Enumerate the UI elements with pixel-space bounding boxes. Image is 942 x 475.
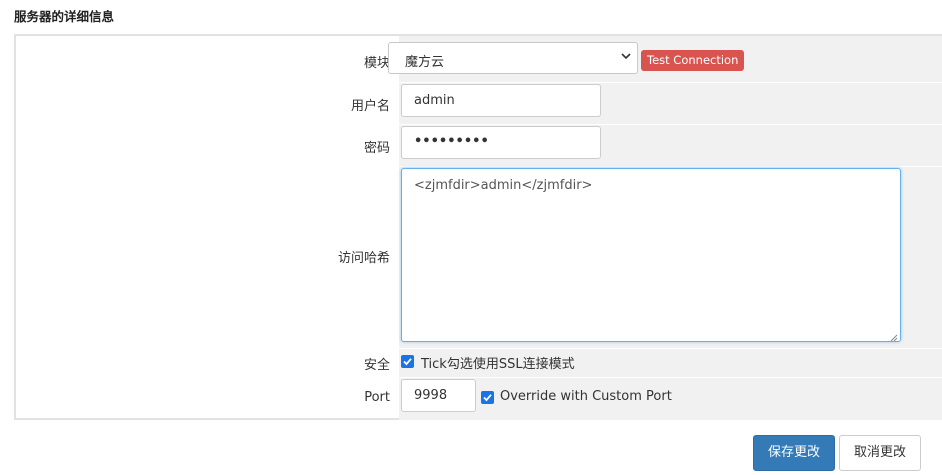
test-connection-button[interactable]: Test Connection	[641, 50, 745, 71]
password-input[interactable]: •••••••••	[401, 126, 601, 159]
module-label: 模块	[363, 56, 390, 71]
custom-port-checkbox-label: Override with Custom Port	[500, 389, 672, 404]
module-select-value: 魔方云	[405, 55, 445, 70]
port-label: Port	[364, 390, 390, 405]
cancel-button[interactable]: 取消更改	[839, 435, 921, 471]
section-title: 服务器的详细信息	[14, 9, 115, 24]
access-hash-textarea[interactable]: <zjmfdir>admin</zjmfdir>	[401, 168, 901, 342]
password-label: 密码	[363, 141, 390, 156]
ssl-checkbox[interactable]	[401, 355, 414, 368]
access-hash-label: 访问哈希	[337, 251, 390, 266]
port-row: Port	[16, 378, 942, 420]
ssl-checkbox-label: Tick勾选使用SSL连接模式	[421, 357, 575, 372]
username-label: 用户名	[350, 99, 390, 114]
module-select[interactable]: 魔方云	[388, 42, 638, 74]
chevron-down-icon	[621, 50, 631, 65]
resize-grip-icon[interactable]	[890, 331, 898, 342]
access-hash-value: <zjmfdir>admin</zjmfdir>	[414, 178, 593, 193]
custom-port-checkbox[interactable]	[481, 391, 494, 404]
username-input[interactable]: admin	[401, 84, 601, 117]
port-input[interactable]: 9998	[401, 379, 476, 412]
security-label: 安全	[363, 358, 390, 373]
save-button[interactable]: 保存更改	[753, 435, 835, 471]
